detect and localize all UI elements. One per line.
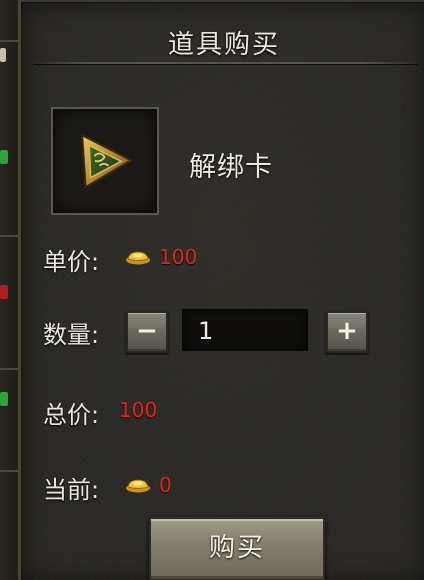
- quantity-label: 数量:: [43, 321, 100, 349]
- total-price-value: 100: [119, 398, 158, 422]
- gold-ingot-icon: [126, 251, 150, 265]
- dialog-title: 道具购买: [167, 30, 280, 60]
- game-screen: 道具购买 解绑卡 单价: 100 数量: − 1 + 总价: 100 当前: 0…: [0, 0, 424, 580]
- unit-price-value: 100: [159, 245, 198, 269]
- item-purchase-dialog: 道具购买 解绑卡 单价: 100 数量: − 1 + 总价: 100 当前: 0…: [18, 0, 424, 580]
- total-price-label: 总价:: [43, 401, 100, 429]
- triangle-card-icon: [81, 133, 134, 189]
- unit-price-label: 单价:: [43, 248, 100, 276]
- item-name: 解绑卡: [189, 152, 273, 183]
- buy-button[interactable]: 购买: [149, 517, 325, 580]
- item-slot[interactable]: [51, 107, 159, 215]
- current-balance-label: 当前:: [43, 476, 100, 504]
- background-marker: [0, 285, 8, 299]
- title-divider: [33, 62, 419, 64]
- background-marker: [0, 150, 8, 164]
- gold-ingot-icon: [126, 479, 150, 493]
- background-marker: [0, 48, 6, 62]
- current-balance-value: 0: [159, 473, 172, 497]
- increment-quantity-button[interactable]: +: [326, 311, 368, 353]
- dialog-title-bar: 道具购买: [21, 2, 424, 64]
- decrement-quantity-button[interactable]: −: [126, 311, 168, 353]
- quantity-input[interactable]: 1: [181, 308, 309, 352]
- background-marker: [0, 392, 8, 406]
